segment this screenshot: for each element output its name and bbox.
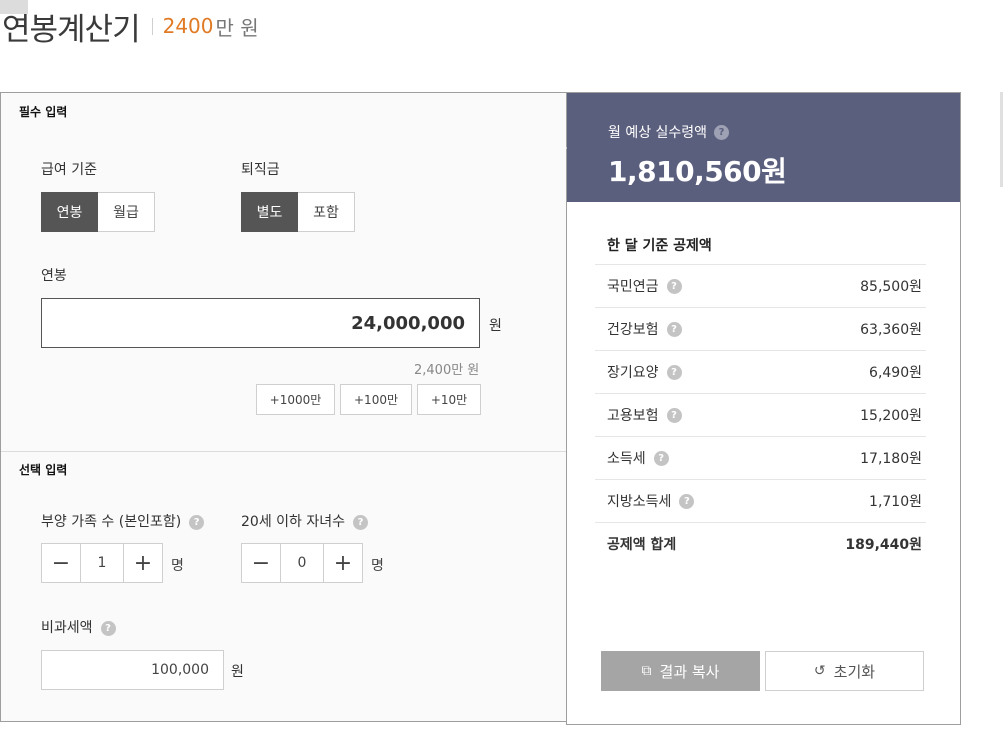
severance-separate-button[interactable]: 별도 xyxy=(241,192,298,232)
deduction-name-text: 소득세 xyxy=(607,451,646,467)
add-100k-button[interactable]: +10만 xyxy=(417,384,481,415)
help-icon[interactable]: ? xyxy=(666,364,682,380)
deduction-total-row: 공제액 합계 189,440원 xyxy=(595,522,926,565)
pay-basis-label: 급여 기준 xyxy=(41,162,97,178)
dependents-label-text: 부양 가족 수 (본인포함) xyxy=(41,514,182,530)
net-pay-summary: 월 예상 실수령액? 1,810,560원 xyxy=(559,93,960,202)
dependents-unit: 명 xyxy=(171,558,184,574)
salary-unit: 원 xyxy=(489,318,502,334)
deduction-name: 지방소득세? xyxy=(607,491,695,511)
deduction-total-name: 공제액 합계 xyxy=(607,537,677,553)
deduction-row: 건강보험? 63,360원 xyxy=(595,307,926,350)
help-icon[interactable]: ? xyxy=(666,321,682,337)
title-divider xyxy=(151,17,153,35)
copy-result-label: 결과 복사 xyxy=(659,662,720,681)
add-10m-button[interactable]: +1000만 xyxy=(256,384,335,415)
deductions-title: 한 달 기준 공제액 xyxy=(607,238,712,254)
panel-pointer xyxy=(559,140,567,156)
severance-toggle: 별도 포함 xyxy=(241,192,355,232)
optional-section-label: 선택 입력 xyxy=(19,463,68,477)
deduction-name: 국민연금? xyxy=(607,276,682,296)
deduction-name-text: 국민연금 xyxy=(607,279,659,295)
non-taxable-label-text: 비과세액 xyxy=(41,620,93,636)
salary-helper-text: 2,400만 원 xyxy=(414,363,480,378)
input-panel: 필수 입력 급여 기준 연봉 월급 퇴직금 별도 포함 연봉 원 2,400만 … xyxy=(0,92,567,722)
deduction-amount: 15,200원 xyxy=(860,408,922,424)
deduction-name-text: 지방소득세 xyxy=(607,494,672,510)
required-section-label: 필수 입력 xyxy=(19,105,68,119)
severance-label: 퇴직금 xyxy=(241,162,280,178)
pay-basis-toggle: 연봉 월급 xyxy=(41,192,155,232)
net-pay-label-text: 월 예상 실수령액 xyxy=(608,125,708,141)
severance-included-button[interactable]: 포함 xyxy=(298,192,355,232)
help-icon[interactable]: ? xyxy=(100,620,116,636)
reset-label: 초기화 xyxy=(833,662,876,681)
dependents-stepper: − 1 + xyxy=(41,543,163,583)
deduction-total-amount: 189,440원 xyxy=(845,537,922,553)
children-value[interactable]: 0 xyxy=(281,543,323,583)
deduction-name: 건강보험? xyxy=(607,319,682,339)
deduction-amount: 17,180원 xyxy=(860,451,922,467)
deduction-name: 고용보험? xyxy=(607,405,682,425)
copy-icon: ⧉ xyxy=(641,663,652,679)
non-taxable-label: 비과세액? xyxy=(41,617,116,637)
deduction-row: 국민연금? 85,500원 xyxy=(595,264,926,307)
copy-result-button[interactable]: ⧉ 결과 복사 xyxy=(601,651,760,691)
deduction-row: 소득세? 17,180원 xyxy=(595,436,926,479)
title-unit: 만 원 xyxy=(215,15,259,40)
deduction-row: 지방소득세? 1,710원 xyxy=(595,479,926,522)
children-plus-button[interactable]: + xyxy=(323,543,363,583)
children-label: 20세 이하 자녀수? xyxy=(241,511,368,531)
non-taxable-unit: 원 xyxy=(231,664,244,680)
salary-input[interactable] xyxy=(41,298,480,348)
deduction-name-text: 고용보험 xyxy=(607,408,659,424)
deduction-row: 고용보험? 15,200원 xyxy=(595,393,926,436)
add-1m-button[interactable]: +100만 xyxy=(340,384,412,415)
deduction-name-text: 장기요양 xyxy=(607,365,659,381)
help-icon[interactable]: ? xyxy=(189,514,205,530)
dependents-plus-button[interactable]: + xyxy=(123,543,163,583)
deduction-amount: 1,710원 xyxy=(869,494,922,510)
title-amount: 2400 xyxy=(162,14,214,38)
reset-button[interactable]: ↺ 초기화 xyxy=(765,651,924,691)
help-icon[interactable]: ? xyxy=(679,493,695,509)
dependents-minus-button[interactable]: − xyxy=(41,543,81,583)
children-stepper: − 0 + xyxy=(241,543,363,583)
deduction-amount: 6,490원 xyxy=(869,365,922,381)
help-icon[interactable]: ? xyxy=(714,124,730,140)
section-divider xyxy=(1,451,567,452)
help-icon[interactable]: ? xyxy=(353,514,368,530)
pay-basis-annual-button[interactable]: 연봉 xyxy=(41,192,98,232)
deduction-name-text: 건강보험 xyxy=(607,322,659,338)
deduction-name: 소득세? xyxy=(607,448,669,468)
children-unit: 명 xyxy=(371,558,384,574)
children-label-text: 20세 이하 자녀수 xyxy=(241,514,345,530)
help-icon[interactable]: ? xyxy=(666,407,682,423)
dependents-value[interactable]: 1 xyxy=(81,543,123,583)
children-minus-button[interactable]: − xyxy=(241,543,281,583)
help-icon[interactable]: ? xyxy=(653,450,669,466)
pay-basis-monthly-button[interactable]: 월급 xyxy=(98,192,155,232)
non-taxable-input[interactable] xyxy=(41,650,224,690)
help-icon[interactable]: ? xyxy=(666,278,682,294)
deduction-row: 장기요양? 6,490원 xyxy=(595,350,926,393)
deduction-amount: 85,500원 xyxy=(860,279,922,295)
net-pay-value: 1,810,560원 xyxy=(608,155,787,188)
result-panel: 월 예상 실수령액? 1,810,560원 한 달 기준 공제액 국민연금? 8… xyxy=(559,92,961,725)
reset-icon: ↺ xyxy=(813,663,826,679)
salary-label: 연봉 xyxy=(41,268,67,284)
page-title: 연봉계산기 xyxy=(2,11,141,48)
deduction-amount: 63,360원 xyxy=(860,322,922,338)
deduction-name: 장기요양? xyxy=(607,362,682,382)
dependents-label: 부양 가족 수 (본인포함)? xyxy=(41,511,205,531)
page-header: 연봉계산기 2400 만 원 xyxy=(2,4,259,48)
net-pay-label: 월 예상 실수령액? xyxy=(608,122,730,142)
